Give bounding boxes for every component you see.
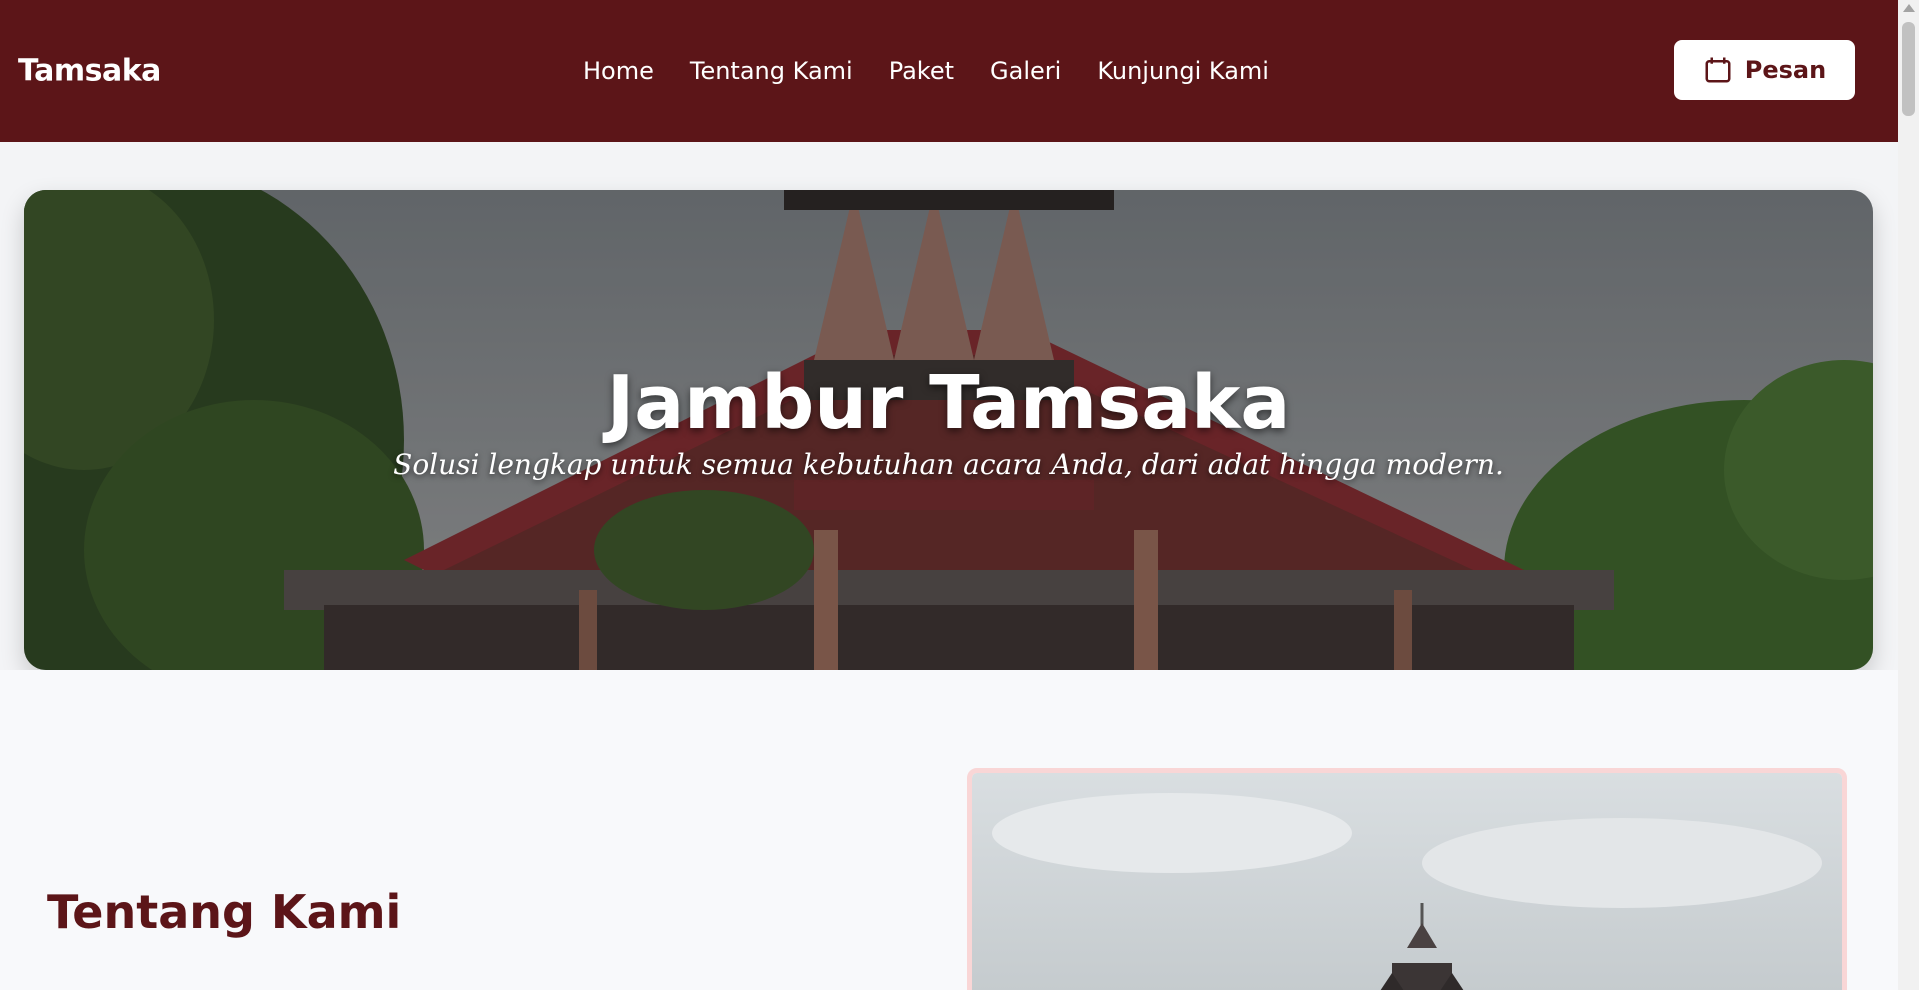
page-scrollbar[interactable] — [1898, 0, 1919, 990]
nav-link-tentang-kami[interactable]: Tentang Kami — [690, 57, 853, 85]
calendar-icon — [1705, 57, 1731, 83]
order-button-label: Pesan — [1744, 56, 1827, 84]
brand-logo[interactable]: Tamsaka — [18, 54, 161, 89]
scroll-thumb[interactable] — [1902, 22, 1915, 116]
nav-link-home[interactable]: Home — [583, 57, 654, 85]
hero-banner: Jambur Tamsaka Solusi lengkap untuk semu… — [24, 190, 1873, 670]
hero-title: Jambur Tamsaka — [606, 360, 1291, 446]
about-title: Tentang Kami — [47, 885, 402, 939]
hero-subtitle: Solusi lengkap untuk semua kebutuhan aca… — [393, 448, 1504, 481]
nav-link-paket[interactable]: Paket — [889, 57, 954, 85]
about-image — [967, 768, 1847, 990]
about-section: Tentang Kami — [0, 670, 1898, 990]
nav-links: Home Tentang Kami Paket Galeri Kunjungi … — [583, 57, 1305, 85]
order-button[interactable]: Pesan — [1674, 40, 1855, 100]
hero-section: Jambur Tamsaka Solusi lengkap untuk semu… — [0, 142, 1898, 670]
navbar: Tamsaka Home Tentang Kami Paket Galeri K… — [0, 0, 1898, 142]
scroll-up-icon[interactable] — [1903, 4, 1915, 12]
nav-link-kunjungi-kami[interactable]: Kunjungi Kami — [1097, 57, 1269, 85]
nav-link-galeri[interactable]: Galeri — [990, 57, 1061, 85]
about-photo — [972, 773, 1842, 990]
